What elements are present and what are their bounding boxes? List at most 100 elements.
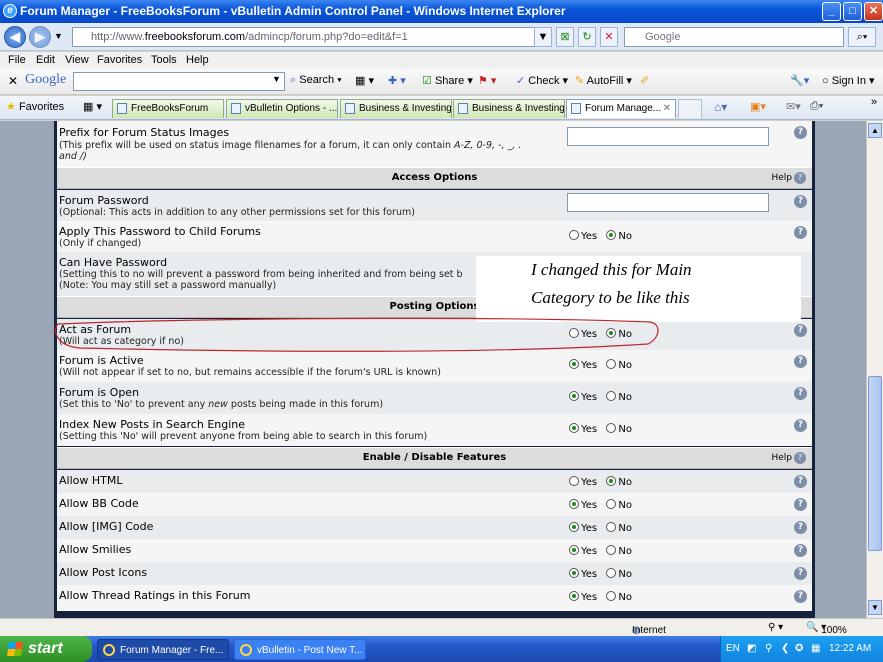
protected-mode-icon[interactable]: ⚲ ▾ <box>768 622 783 633</box>
radio-yes[interactable] <box>569 591 579 601</box>
close-tab-icon[interactable]: ✕ <box>663 100 671 117</box>
help-link[interactable]: Help? <box>771 172 806 184</box>
help-icon[interactable]: ? <box>794 521 807 534</box>
help-icon[interactable]: ? <box>794 387 807 400</box>
prefix-status-images-input[interactable] <box>567 127 769 146</box>
radio-yes[interactable] <box>569 568 579 578</box>
address-dropdown-icon[interactable]: ▼ <box>534 27 552 47</box>
radio-no[interactable] <box>606 359 617 369</box>
recent-pages-dropdown-icon[interactable]: ▼ <box>54 31 63 41</box>
search-icon[interactable]: ⌕▾ <box>848 27 876 47</box>
radio-no[interactable] <box>606 568 617 578</box>
spellcheck-button[interactable]: ✓ Check ▾ <box>516 74 568 87</box>
feeds-icon[interactable]: ▣▾ <box>750 100 766 113</box>
compatibility-view-icon[interactable]: ⊠ <box>556 27 574 47</box>
help-icon[interactable]: ? <box>794 355 807 368</box>
bookmark-plus-icon[interactable]: ✚ ▾ <box>388 74 406 87</box>
radio-no[interactable] <box>606 522 617 532</box>
help-icon[interactable]: ? <box>794 195 807 208</box>
radio-no[interactable] <box>606 545 617 555</box>
help-icon[interactable]: ? <box>794 567 807 580</box>
help-link[interactable]: Help? <box>771 452 806 464</box>
share-button[interactable]: ☑ Share ▾ <box>422 74 473 87</box>
scroll-thumb[interactable] <box>868 376 882 551</box>
favorites-button[interactable]: ★ Favorites <box>6 100 64 113</box>
toolbar-overflow-icon[interactable]: » <box>871 96 877 108</box>
tray-icon-security[interactable]: ✪ <box>795 643 803 654</box>
tray-collapse-icon[interactable]: ❮ <box>781 643 789 654</box>
help-icon[interactable]: ? <box>794 324 807 337</box>
close-toolbar-icon[interactable]: ✕ <box>8 74 18 88</box>
tab-forum-manager[interactable]: Forum Manage... ✕ <box>566 99 676 118</box>
start-button[interactable]: start <box>0 636 92 662</box>
radio-yes[interactable] <box>569 359 579 369</box>
news-icon[interactable]: ▦ ▾ <box>355 74 374 87</box>
forum-password-input[interactable] <box>567 193 769 212</box>
tray-icon-help[interactable]: ◩ <box>747 643 756 654</box>
home-icon[interactable]: ⌂▾ <box>714 100 727 114</box>
menu-edit[interactable]: Edit <box>36 54 55 66</box>
radio-no[interactable] <box>606 591 617 601</box>
help-icon[interactable]: ? <box>794 590 807 603</box>
radio-yes[interactable] <box>569 522 579 532</box>
radio-yes[interactable] <box>569 476 579 486</box>
close-button[interactable]: ✕ <box>864 2 883 21</box>
language-indicator[interactable]: EN <box>726 643 740 654</box>
ie-logo-icon: e <box>3 4 17 18</box>
menu-help[interactable]: Help <box>186 54 209 66</box>
maximize-button[interactable]: □ <box>843 2 862 21</box>
address-input[interactable]: http://www.freebooksforum.com/admincp/fo… <box>72 27 552 47</box>
scroll-up-icon[interactable]: ▲ <box>868 123 882 138</box>
stop-icon[interactable]: ✕ <box>600 27 618 47</box>
radio-no[interactable] <box>606 391 617 401</box>
search-input[interactable]: Google <box>624 27 844 47</box>
help-icon[interactable]: ? <box>794 498 807 511</box>
radio-yes[interactable] <box>569 391 579 401</box>
autofill-button[interactable]: ✎ AutoFill ▾ <box>575 74 632 87</box>
tab-freebooksforum[interactable]: FreeBooksForum <box>112 99 224 118</box>
forward-button[interactable]: ▶ <box>29 26 51 48</box>
new-tab-button[interactable] <box>678 99 702 118</box>
radio-no[interactable] <box>606 476 617 486</box>
menu-tools[interactable]: Tools <box>151 54 177 66</box>
highlight-pen-icon[interactable]: ✐ <box>640 74 649 87</box>
minimize-button[interactable]: _ <box>822 2 841 21</box>
tab-business-investing-2[interactable]: Business & Investing <box>453 99 565 118</box>
translate-icon[interactable]: ⚑ ▾ <box>478 74 496 87</box>
tab-business-investing-1[interactable]: Business & Investing <box>340 99 452 118</box>
help-icon[interactable]: ? <box>794 226 807 239</box>
scroll-down-icon[interactable]: ▼ <box>868 600 882 615</box>
google-search-button[interactable]: ⌕ Search ▾ <box>290 74 342 87</box>
google-search-input[interactable] <box>73 72 285 91</box>
radio-yes[interactable] <box>569 230 579 240</box>
zoom-control[interactable]: 🔍 100% ▾ <box>806 622 847 636</box>
radio-yes[interactable] <box>569 423 579 433</box>
radio-yes[interactable] <box>569 499 579 509</box>
taskbar-item-vbulletin-post[interactable]: vBulletin - Post New T... <box>234 639 366 660</box>
menu-file[interactable]: File <box>8 54 26 66</box>
radio-no[interactable] <box>606 423 617 433</box>
tray-icon-update[interactable]: ▦ <box>811 643 820 654</box>
tray-icon-network[interactable]: ⚲ <box>765 643 772 654</box>
sign-in-button[interactable]: ○ Sign In ▾ <box>822 74 875 87</box>
help-icon[interactable]: ? <box>794 126 807 139</box>
tab-vbulletin-options[interactable]: vBulletin Options - ... <box>226 99 338 118</box>
quick-tabs-icon[interactable]: ▦ ▾ <box>83 100 102 113</box>
help-icon[interactable]: ? <box>794 544 807 557</box>
radio-no[interactable] <box>606 499 617 509</box>
refresh-icon[interactable]: ↻ <box>578 27 596 47</box>
help-icon[interactable]: ? <box>794 475 807 488</box>
read-mail-icon[interactable]: ✉▾ <box>786 100 801 113</box>
back-button[interactable]: ◀ <box>4 26 26 48</box>
menu-favorites[interactable]: Favorites <box>97 54 142 66</box>
radio-yes[interactable] <box>569 545 579 555</box>
print-icon[interactable]: ⎙▾ <box>810 100 823 113</box>
vertical-scrollbar[interactable]: ▲ ▼ <box>866 121 883 618</box>
radio-no[interactable] <box>606 230 617 240</box>
help-icon[interactable]: ? <box>794 419 807 432</box>
google-search-dropdown-icon[interactable]: ▼ <box>272 74 281 84</box>
settings-wrench-icon[interactable]: 🔧▾ <box>790 74 809 87</box>
taskbar-item-forum-manager[interactable]: Forum Manager - Fre... <box>97 639 229 660</box>
option-label: Allow BB Code <box>59 497 139 510</box>
menu-view[interactable]: View <box>65 54 89 66</box>
